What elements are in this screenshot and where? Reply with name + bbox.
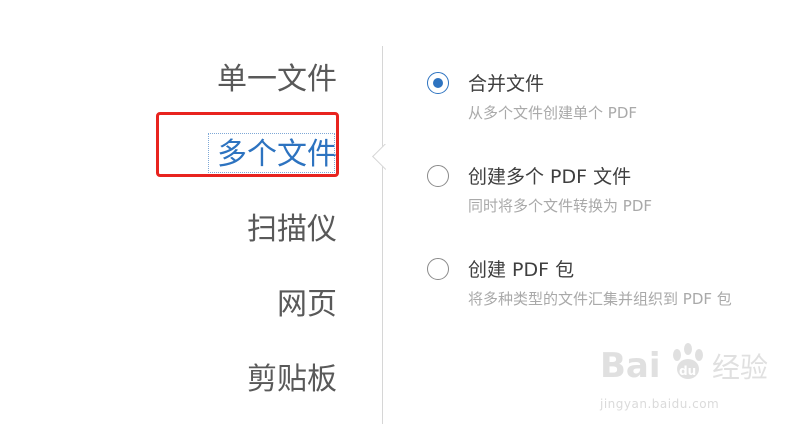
category-webpage[interactable]: 网页 (277, 285, 337, 325)
option-description: 将多种类型的文件汇集并组织到 PDF 包 (468, 290, 732, 308)
category-clipboard[interactable]: 剪贴板 (247, 360, 337, 400)
option-description: 同时将多个文件转换为 PDF (468, 197, 652, 215)
radio-combine-files[interactable] (427, 72, 449, 94)
radio-create-multiple-pdfs[interactable] (427, 165, 449, 187)
option-title: 创建 PDF 包 (468, 259, 575, 281)
option-description: 从多个文件创建单个 PDF (468, 104, 637, 122)
option-title: 合并文件 (468, 73, 545, 95)
baidu-logo-icon: Bai du 经验 (600, 343, 768, 386)
category-scanner[interactable]: 扫描仪 (247, 210, 337, 250)
selection-pointer-notch (370, 144, 386, 170)
category-single-file[interactable]: 单一文件 (217, 60, 337, 100)
option-title: 创建多个 PDF 文件 (468, 166, 632, 188)
category-multiple-files[interactable]: 多个文件 (217, 135, 337, 175)
radio-create-pdf-portfolio[interactable] (427, 258, 449, 280)
svg-text:经验: 经验 (712, 351, 768, 384)
panel-divider (382, 46, 383, 424)
baidu-watermark: Bai du 经验 jingyan.baidu.com (600, 335, 786, 415)
svg-text:du: du (679, 364, 696, 378)
watermark-url: jingyan.baidu.com (600, 397, 720, 411)
svg-text:Bai: Bai (600, 346, 661, 386)
